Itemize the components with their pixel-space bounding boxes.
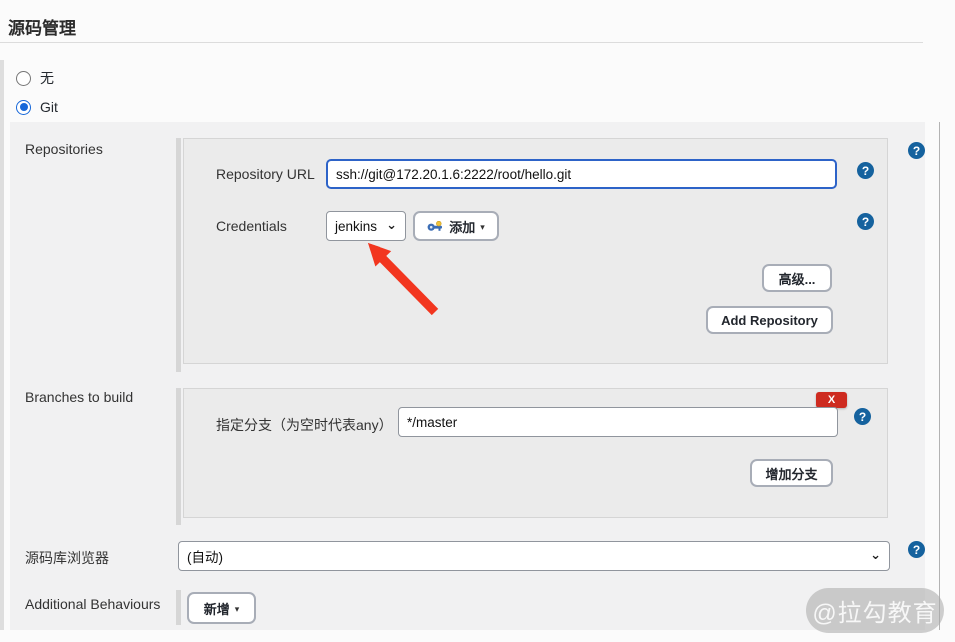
add-behaviour-button[interactable]: 新增 ▾ <box>187 592 256 624</box>
repositories-indent-bar <box>176 138 181 372</box>
credentials-label: Credentials <box>216 218 287 234</box>
add-repository-button[interactable]: Add Repository <box>706 306 833 334</box>
key-icon <box>427 221 444 232</box>
repo-browser-selected-value: (自动) <box>187 546 223 566</box>
additional-indent-bar <box>176 590 181 625</box>
right-edge-rule <box>939 122 940 630</box>
add-behaviour-label: 新增 <box>204 599 230 618</box>
help-icon-repo-browser[interactable]: ? <box>908 541 925 558</box>
help-icon-branch-spec[interactable]: ? <box>854 408 871 425</box>
remove-branch-button[interactable]: X <box>816 392 847 408</box>
repositories-section-label: Repositories <box>25 141 103 157</box>
branches-section-label: Branches to build <box>25 389 133 405</box>
help-icon-credentials[interactable]: ? <box>857 213 874 230</box>
left-edge-strip <box>0 60 4 630</box>
chevron-down-icon: ⌄ <box>870 548 881 561</box>
radio-checked-icon[interactable] <box>16 100 31 115</box>
watermark-badge: @拉勾教育 <box>806 588 944 633</box>
scm-config-page: 源码管理 无 Git Repositories ? Repository URL… <box>0 0 955 642</box>
additional-behaviours-label: Additional Behaviours <box>25 596 160 612</box>
page-title: 源码管理 <box>8 14 76 39</box>
add-credentials-button[interactable]: 添加 ▾ <box>413 211 499 241</box>
title-divider <box>0 42 923 43</box>
scm-option-none-label: 无 <box>40 68 54 88</box>
scm-option-git[interactable]: Git <box>16 99 58 115</box>
help-icon-repositories[interactable]: ? <box>908 142 925 159</box>
repository-url-label: Repository URL <box>216 166 315 182</box>
add-branch-button[interactable]: 增加分支 <box>750 459 833 487</box>
credentials-select[interactable]: jenkins ⌄ <box>326 211 406 241</box>
radio-unchecked-icon[interactable] <box>16 71 31 86</box>
help-icon-repository-url[interactable]: ? <box>857 162 874 179</box>
repo-browser-label: 源码库浏览器 <box>25 548 109 568</box>
repository-url-input[interactable] <box>326 159 837 189</box>
add-credentials-label: 添加 <box>449 217 475 236</box>
caret-down-icon: ▾ <box>235 604 240 615</box>
repo-browser-select[interactable]: (自动) ⌄ <box>178 541 890 571</box>
branch-spec-input[interactable] <box>398 407 838 437</box>
scm-option-git-label: Git <box>40 99 58 115</box>
advanced-button[interactable]: 高级... <box>762 264 832 292</box>
scm-option-none[interactable]: 无 <box>16 68 54 88</box>
branches-indent-bar <box>176 388 181 525</box>
chevron-down-icon: ⌄ <box>386 218 397 231</box>
credentials-selected-value: jenkins <box>335 219 377 234</box>
caret-down-icon: ▾ <box>480 222 485 233</box>
branch-spec-label: 指定分支（为空时代表any） <box>216 415 393 435</box>
